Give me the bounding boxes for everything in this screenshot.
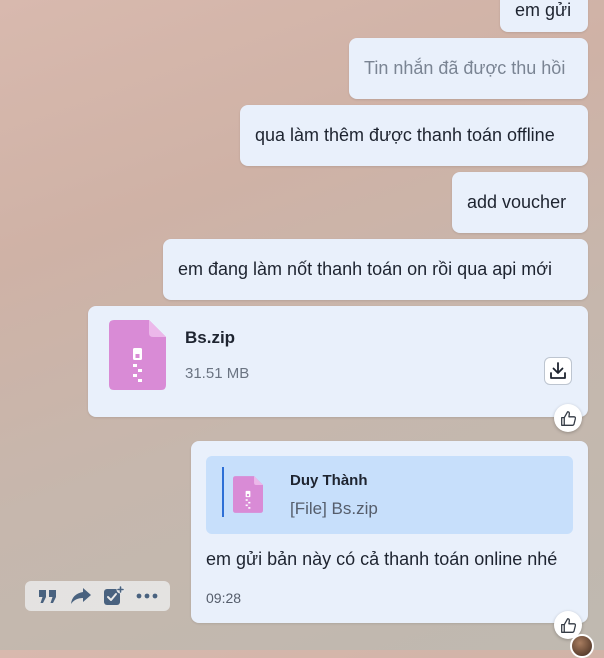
more-button[interactable] <box>135 584 159 608</box>
thumbs-up-icon <box>560 617 576 633</box>
quote-sender: Duy Thành <box>290 472 368 489</box>
message-text: qua làm thêm được thanh toán offline <box>255 125 555 145</box>
message-text: em đang làm nốt thanh toán on rồi qua ap… <box>178 259 553 279</box>
add-task-button[interactable] <box>102 584 126 608</box>
message-bubble[interactable]: em đang làm nốt thanh toán on rồi qua ap… <box>163 239 588 300</box>
file-name[interactable]: Bs.zip <box>185 328 235 348</box>
quote-button[interactable] <box>36 584 60 608</box>
react-button[interactable] <box>554 404 582 432</box>
zip-file-icon <box>233 476 263 513</box>
message-timestamp: 09:28 <box>206 590 242 606</box>
thumbs-up-icon <box>560 410 576 426</box>
quote-content: [File] Bs.zip <box>290 499 378 518</box>
message-bubble[interactable]: qua làm thêm được thanh toán offline <box>240 105 588 166</box>
message-text: em gửi bản này có cả thanh toán online n… <box>206 549 558 569</box>
message-action-toolbar <box>25 581 170 611</box>
message-text: add voucher <box>467 192 567 212</box>
message-bubble[interactable]: em gửi <box>500 0 588 32</box>
message-bubble[interactable]: add voucher <box>452 172 588 233</box>
add-task-icon <box>104 585 125 605</box>
quote-bar <box>222 467 224 517</box>
download-icon <box>550 362 566 379</box>
avatar <box>570 634 594 658</box>
reply-message-bubble[interactable]: Duy Thành [File] Bs.zip em gửi bản này c… <box>191 441 588 623</box>
forward-icon <box>70 588 91 604</box>
zip-file-icon <box>109 320 166 390</box>
message-text: em gửi <box>515 0 572 20</box>
more-icon <box>136 593 158 599</box>
message-bubble-recalled[interactable]: Tin nhắn đã được thu hồi <box>349 38 588 99</box>
quote-icon <box>38 590 56 603</box>
file-message-card[interactable]: Bs.zip 31.51 MB <box>88 306 588 417</box>
quoted-message[interactable]: Duy Thành [File] Bs.zip <box>206 456 573 534</box>
download-button[interactable] <box>544 357 572 385</box>
file-size: 31.51 MB <box>185 365 250 382</box>
forward-button[interactable] <box>69 584 93 608</box>
message-text: Tin nhắn đã được thu hồi <box>364 58 566 78</box>
